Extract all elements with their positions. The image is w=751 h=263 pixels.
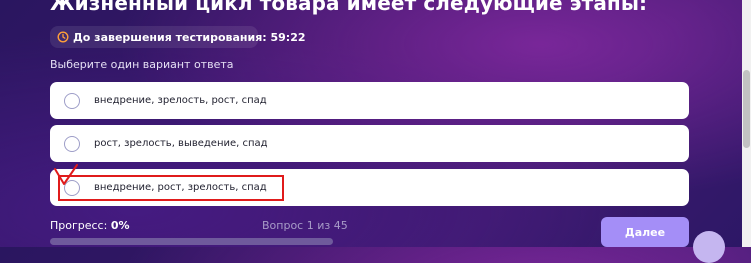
chat-icon[interactable] <box>693 231 725 263</box>
scrollbar[interactable] <box>742 0 751 247</box>
question-title: Жизненный цикл товара имеет следующие эт… <box>50 0 648 15</box>
timer-badge: До завершения тестирования: 59:22 <box>50 26 306 48</box>
progress-bar <box>50 238 333 245</box>
clock-icon <box>57 31 69 43</box>
answer-option-2[interactable]: рост, зрелость, выведение, спад <box>50 125 689 162</box>
next-button[interactable]: Далее <box>601 217 689 247</box>
radio-button[interactable] <box>64 92 80 109</box>
answer-instruction: Выберите один вариант ответа <box>50 58 234 71</box>
answer-option-label: внедрение, зрелость, рост, спад <box>94 95 267 106</box>
progress-label-text: Прогресс: <box>50 219 108 232</box>
answer-option-label: внедрение, рост, зрелость, спад <box>94 182 267 193</box>
progress-label: Прогресс: 0% <box>50 219 130 232</box>
timer-text: До завершения тестирования: 59:22 <box>73 30 306 44</box>
radio-button[interactable] <box>64 179 80 196</box>
answer-option-3[interactable]: внедрение, рост, зрелость, спад <box>50 169 689 206</box>
progress-value: 0% <box>110 219 130 232</box>
answer-option-1[interactable]: внедрение, зрелость, рост, спад <box>50 82 689 119</box>
question-counter: Вопрос 1 из 45 <box>262 219 348 232</box>
answer-option-label: рост, зрелость, выведение, спад <box>94 138 268 149</box>
radio-button[interactable] <box>64 135 80 152</box>
scrollbar-thumb[interactable] <box>743 70 750 148</box>
